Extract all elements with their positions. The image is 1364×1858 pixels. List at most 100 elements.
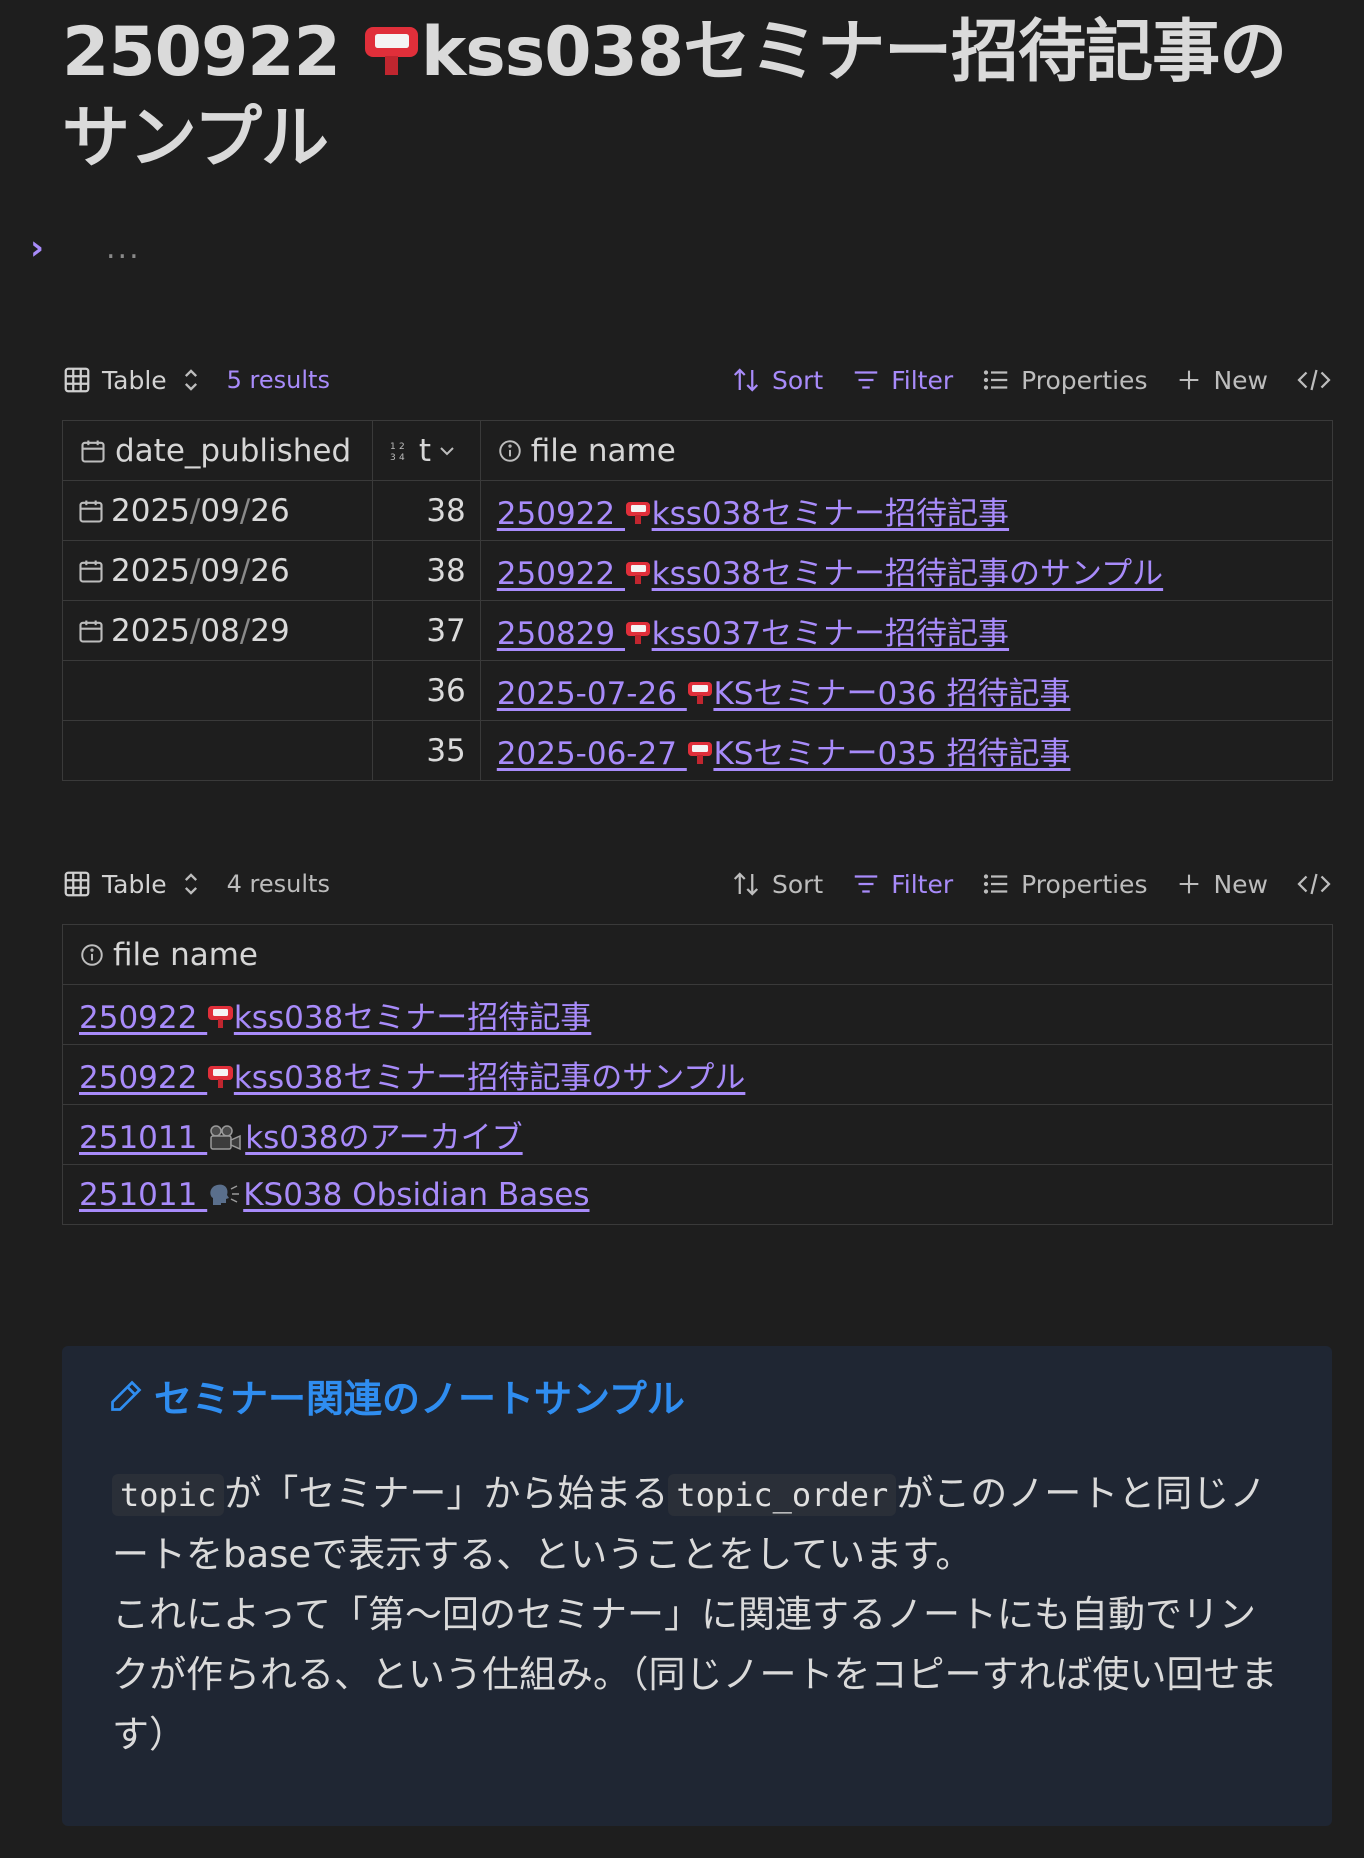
- file-link[interactable]: 251011 ks038のアーカイブ: [63, 1120, 523, 1156]
- mailbox-icon: [688, 742, 713, 764]
- date-month: 09: [200, 492, 240, 529]
- file-link[interactable]: 251011 KS038 Obsidian Bases: [63, 1177, 590, 1213]
- file-link-title: ks038のアーカイブ: [245, 1120, 523, 1156]
- table-row: 251011 KS038 Obsidian Bases: [62, 1164, 1333, 1225]
- sort-icon: [733, 872, 758, 896]
- new-label: New: [1213, 869, 1268, 899]
- callout-title-text: セミナー関連のノートサンプル: [154, 1377, 685, 1421]
- collapsed-section[interactable]: › ...: [30, 228, 141, 268]
- date-year: 2025: [111, 612, 190, 649]
- file-link[interactable]: 250922 kss038セミナー招待記事: [481, 496, 1009, 532]
- file-link-date: 250922: [79, 1000, 208, 1036]
- table-row: 36 2025-07-26 KSセミナー036 招待記事: [62, 660, 1334, 721]
- date-separator: /: [189, 492, 201, 529]
- date-cell[interactable]: 2025/09/26: [62, 480, 373, 541]
- chevron-down-icon[interactable]: [437, 441, 457, 461]
- filter-label: Filter: [891, 869, 954, 899]
- file-link[interactable]: 250922 kss038セミナー招待記事: [63, 1000, 591, 1036]
- date-separator: /: [239, 492, 251, 529]
- file-cell: 2025-07-26 KSセミナー036 招待記事: [479, 660, 1334, 721]
- properties-button[interactable]: Properties: [981, 869, 1147, 899]
- file-link[interactable]: 250829 kss037セミナー招待記事: [481, 616, 1009, 652]
- properties-label: Properties: [1021, 869, 1148, 899]
- table-row: 251011 ks038のアーカイブ: [62, 1104, 1333, 1165]
- date-month: 08: [200, 612, 240, 649]
- order-cell[interactable]: 38: [371, 540, 481, 601]
- table-icon: [64, 367, 90, 393]
- file-link-date: 251011: [79, 1120, 208, 1156]
- sort-label: Sort: [771, 869, 824, 899]
- file-link-title: kss038セミナー招待記事のサンプル: [651, 556, 1164, 592]
- properties-button[interactable]: Properties: [981, 365, 1147, 395]
- sort-button[interactable]: Sort: [730, 365, 823, 395]
- date-cell[interactable]: 2025/08/29: [62, 600, 373, 661]
- date-cell[interactable]: 2025/09/26: [62, 540, 373, 601]
- up-down-chevron-icon: [184, 369, 197, 391]
- date-separator: /: [239, 552, 251, 589]
- file-cell: 250922 kss038セミナー招待記事: [62, 984, 1333, 1045]
- results-count[interactable]: 4 results: [227, 870, 330, 898]
- table-header-row: date_published 1234 t file name: [62, 420, 1334, 481]
- column-header-file[interactable]: file name: [479, 420, 1334, 481]
- filter-label: Filter: [891, 365, 954, 395]
- file-link-date: 251011: [79, 1176, 208, 1213]
- file-link[interactable]: 250922 kss038セミナー招待記事のサンプル: [481, 556, 1163, 592]
- file-link-title: kss037セミナー招待記事: [651, 616, 1010, 652]
- view-label: Table: [102, 365, 167, 395]
- date-cell[interactable]: [62, 720, 373, 781]
- filter-icon: [854, 875, 878, 893]
- order-cell[interactable]: 35: [371, 720, 481, 781]
- callout-title[interactable]: セミナー関連のノートサンプル: [108, 1368, 685, 1423]
- collapsed-ellipsis: ...: [106, 230, 141, 266]
- info-icon: [81, 943, 103, 966]
- order-cell[interactable]: 36: [371, 660, 481, 721]
- mailbox-icon: [626, 562, 651, 584]
- mailbox-icon: [365, 27, 419, 75]
- callout-body: topic が「セミナー」から始まる topic_order がこのノートと同じノート…: [112, 1464, 1292, 1765]
- base1-toolbar: Table 5 results Sort Filter Properties N…: [62, 350, 1332, 410]
- new-button[interactable]: New: [1175, 870, 1268, 899]
- embed-code-button[interactable]: [1296, 869, 1332, 899]
- new-button[interactable]: New: [1175, 366, 1268, 395]
- sort-button[interactable]: Sort: [730, 869, 823, 899]
- calendar-icon: [79, 620, 103, 643]
- svg-text:3: 3: [390, 453, 396, 463]
- file-link[interactable]: 250922 kss038セミナー招待記事のサンプル: [63, 1060, 745, 1096]
- date-separator: /: [239, 612, 251, 649]
- chevron-right-icon[interactable]: ›: [30, 231, 70, 265]
- table-row: 35 2025-06-27 KSセミナー035 招待記事: [62, 720, 1334, 781]
- view-selector[interactable]: Table: [62, 365, 199, 395]
- date-cell[interactable]: [62, 660, 373, 721]
- mailbox-icon: [626, 622, 651, 644]
- file-link[interactable]: 2025-07-26 KSセミナー036 招待記事: [481, 676, 1071, 712]
- results-count[interactable]: 5 results: [227, 366, 330, 394]
- table-row: 250922 kss038セミナー招待記事: [62, 984, 1333, 1045]
- file-link-date: 2025-07-26: [496, 676, 687, 712]
- number-icon: 1 23 4: [390, 442, 405, 463]
- filter-button[interactable]: Filter: [851, 869, 953, 899]
- pencil-icon: [111, 1380, 142, 1411]
- mailbox-icon: [688, 682, 713, 704]
- filter-button[interactable]: Filter: [851, 365, 953, 395]
- embed-code-button[interactable]: [1296, 365, 1332, 395]
- column-header-file[interactable]: file name: [62, 924, 1333, 985]
- date-year: 2025: [111, 492, 190, 529]
- list-icon: [984, 874, 1008, 894]
- column-header-order[interactable]: 1234 t: [371, 420, 481, 481]
- date-day: 26: [250, 492, 290, 529]
- view-selector[interactable]: Table: [62, 869, 199, 899]
- order-cell[interactable]: 38: [371, 480, 481, 541]
- file-link-title: KSセミナー036 招待記事: [713, 676, 1071, 712]
- column-header-label: file name: [530, 432, 676, 469]
- sort-label: Sort: [771, 365, 824, 395]
- table-row: 2025/09/26 38 250922 kss038セミナー招待記事のサンプル: [62, 540, 1334, 601]
- file-link[interactable]: 2025-06-27 KSセミナー035 招待記事: [481, 736, 1071, 772]
- order-cell[interactable]: 37: [371, 600, 481, 661]
- calendar-icon: [81, 440, 105, 463]
- filter-icon: [854, 371, 878, 389]
- column-header-label: t: [418, 432, 432, 469]
- column-header-date[interactable]: date_published: [62, 420, 373, 481]
- file-cell: 250829 kss037セミナー招待記事: [479, 600, 1334, 661]
- mailbox-icon: [208, 1006, 233, 1028]
- properties-label: Properties: [1021, 365, 1148, 395]
